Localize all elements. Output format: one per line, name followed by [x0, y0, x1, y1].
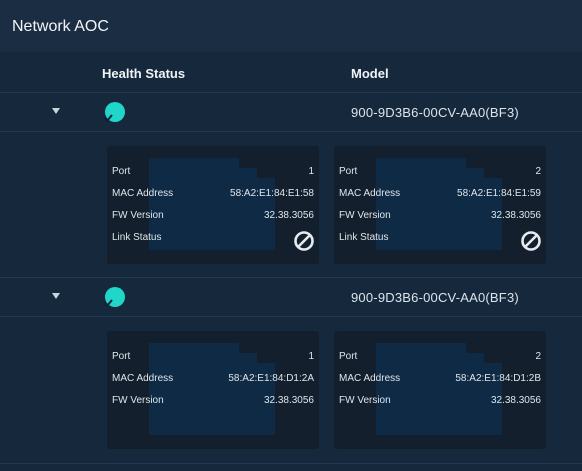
mac-value: 58:A2:E1:84:E1:59 — [457, 188, 541, 199]
divider — [0, 463, 582, 464]
page-title: Network AOC — [12, 18, 109, 35]
rj45-port-icon — [149, 158, 275, 250]
column-header-health-status: Health Status — [102, 66, 186, 81]
mac-value: 58:A2:E1:84:D1:2B — [455, 373, 541, 384]
fw-row: FW Version 32.38.3056 — [112, 210, 314, 224]
no-link-icon — [293, 230, 315, 252]
mac-row: MAC Address 58:A2:E1:84:E1:58 — [112, 188, 314, 202]
link-status-row: Link Status — [339, 232, 541, 246]
mac-value: 58:A2:E1:84:D1:2A — [228, 373, 314, 384]
row-expand-toggle[interactable] — [51, 292, 61, 302]
model-value: 900-9D3B6-00CV-AA0(BF3) — [351, 290, 519, 305]
mac-row: MAC Address 58:A2:E1:84:D1:2A — [112, 373, 314, 387]
port-card: Port 1 MAC Address 58:A2:E1:84:E1:58 FW … — [107, 146, 319, 264]
port-value: 2 — [535, 351, 541, 362]
mac-label: MAC Address — [339, 188, 401, 199]
link-status-label: Link Status — [112, 232, 162, 243]
port-label: Port — [112, 351, 131, 362]
rj45-port-icon — [376, 158, 502, 250]
port-row: Port 1 — [112, 351, 314, 365]
fw-label: FW Version — [112, 210, 164, 221]
divider — [0, 92, 582, 93]
port-value: 1 — [308, 351, 314, 362]
fw-row: FW Version 32.38.3056 — [339, 210, 541, 224]
port-row: Port 1 — [112, 166, 314, 180]
port-card: Port 1 MAC Address 58:A2:E1:84:D1:2A FW … — [107, 331, 319, 449]
divider — [0, 277, 582, 278]
column-header-model: Model — [351, 66, 389, 81]
fw-label: FW Version — [339, 210, 391, 221]
mac-row: MAC Address 58:A2:E1:84:D1:2B — [339, 373, 541, 387]
mac-row: MAC Address 58:A2:E1:84:E1:59 — [339, 188, 541, 202]
port-value: 2 — [535, 166, 541, 177]
mac-label: MAC Address — [112, 188, 174, 199]
fw-label: FW Version — [339, 395, 391, 406]
port-card: Port 2 MAC Address 58:A2:E1:84:D1:2B FW … — [334, 331, 546, 449]
fw-value: 32.38.3056 — [263, 210, 314, 221]
divider — [0, 131, 582, 132]
fw-row: FW Version 32.38.3056 — [112, 395, 314, 409]
chevron-down-icon — [52, 108, 60, 114]
port-row: Port 2 — [339, 166, 541, 180]
rj45-port-icon — [149, 343, 275, 435]
model-value: 900-9D3B6-00CV-AA0(BF3) — [351, 105, 519, 120]
port-card: Port 2 MAC Address 58:A2:E1:84:E1:59 FW … — [334, 146, 546, 264]
mac-value: 58:A2:E1:84:E1:58 — [230, 188, 314, 199]
divider — [0, 316, 582, 317]
health-status-ok-icon — [103, 287, 125, 309]
rj45-port-icon — [376, 343, 502, 435]
no-link-icon — [520, 230, 542, 252]
port-label: Port — [339, 166, 358, 177]
health-status-ok-icon — [103, 102, 125, 124]
port-row: Port 2 — [339, 351, 541, 365]
fw-label: FW Version — [112, 395, 164, 406]
port-label: Port — [339, 351, 358, 362]
fw-row: FW Version 32.38.3056 — [339, 395, 541, 409]
fw-value: 32.38.3056 — [263, 395, 314, 406]
fw-value: 32.38.3056 — [490, 395, 541, 406]
fw-value: 32.38.3056 — [490, 210, 541, 221]
page-header: Network AOC — [0, 0, 582, 52]
mac-label: MAC Address — [112, 373, 174, 384]
port-label: Port — [112, 166, 131, 177]
chevron-down-icon — [52, 293, 60, 299]
link-status-label: Link Status — [339, 232, 389, 243]
link-status-row: Link Status — [112, 232, 314, 246]
port-value: 1 — [308, 166, 314, 177]
mac-label: MAC Address — [339, 373, 401, 384]
row-expand-toggle[interactable] — [51, 107, 61, 117]
